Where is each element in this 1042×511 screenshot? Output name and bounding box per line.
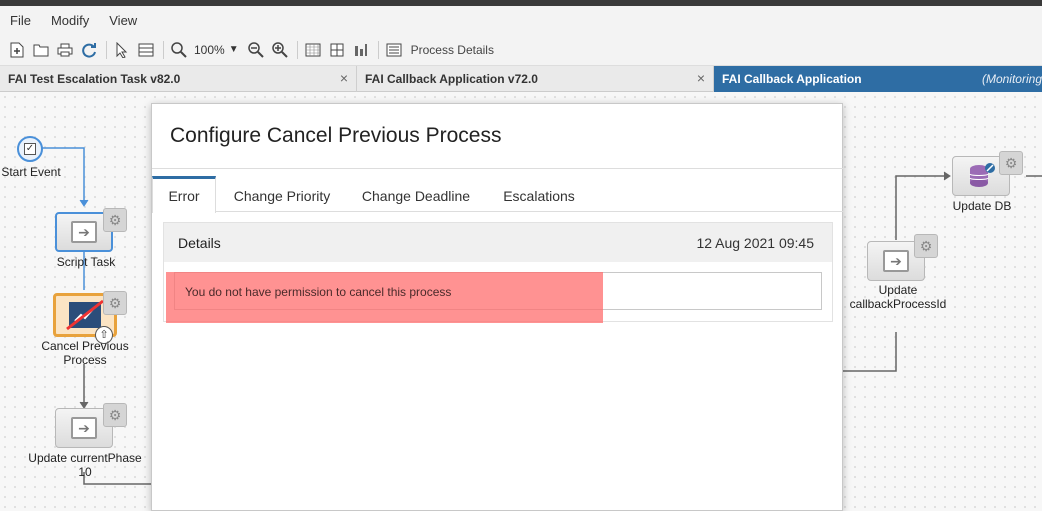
- toolbar: 100% ▼ Process Details: [0, 34, 1042, 66]
- toolbar-separator: [296, 40, 298, 59]
- zoom-icon[interactable]: [170, 41, 188, 59]
- zoom-level[interactable]: 100%: [194, 43, 225, 57]
- label-line: Update: [878, 283, 918, 297]
- process-details-button[interactable]: Process Details: [411, 43, 494, 57]
- label-line: Process: [63, 353, 107, 367]
- cancel-previous-label: Cancel Previous Process: [30, 339, 140, 367]
- start-event-label: Start Event: [1, 165, 61, 179]
- label-line: Cancel Previous: [41, 339, 129, 353]
- details-timestamp: 12 Aug 2021 09:45: [696, 235, 814, 251]
- checkbox-icon: ✓: [24, 143, 36, 155]
- toolbar-separator: [106, 40, 107, 59]
- close-icon[interactable]: ×: [340, 70, 348, 86]
- start-event-node[interactable]: ✓: [17, 136, 43, 162]
- grid-icon[interactable]: [304, 41, 322, 59]
- tab-suffix: (Monitoring: [981, 72, 1042, 86]
- label-line: callbackProcessId: [849, 297, 947, 311]
- pointer-icon[interactable]: [113, 41, 131, 59]
- script-icon: ➔: [71, 221, 97, 243]
- new-icon[interactable]: [8, 41, 26, 59]
- tab-label: FAI Callback Application: [722, 72, 862, 86]
- menu-view[interactable]: View: [109, 13, 137, 28]
- gear-icon[interactable]: ⚙: [999, 151, 1023, 175]
- update-phase-label: Update currentPhase 10: [20, 451, 150, 479]
- tab-escalations[interactable]: Escalations: [492, 176, 586, 212]
- tab-change-priority[interactable]: Change Priority: [218, 176, 346, 212]
- menu-file[interactable]: File: [10, 13, 31, 28]
- script-icon: ➔: [71, 417, 97, 439]
- menu-bar: File Modify View: [0, 6, 1042, 34]
- script-icon: ➔: [883, 250, 909, 272]
- label-line: Update currentPhase: [28, 451, 142, 465]
- label-line: 10: [78, 465, 92, 479]
- toolbar-separator: [163, 40, 164, 59]
- editor-tabs: FAI Test Escalation Task v82.0 × FAI Cal…: [0, 66, 1042, 92]
- process-details-icon[interactable]: [385, 41, 403, 59]
- layout-icon[interactable]: [328, 41, 346, 59]
- configure-dialog: Configure Cancel Previous Process Error …: [151, 103, 844, 511]
- script-task-label: Script Task: [56, 255, 116, 269]
- gear-icon[interactable]: ⚙: [103, 208, 127, 232]
- zoom-out-icon[interactable]: [247, 41, 265, 59]
- lane-icon[interactable]: [137, 41, 155, 59]
- close-icon[interactable]: ×: [697, 70, 705, 86]
- tab-fai-callback-monitoring[interactable]: FAI Callback Application (Monitoring: [714, 66, 1042, 92]
- tab-error[interactable]: Error: [152, 176, 216, 213]
- open-folder-icon[interactable]: [32, 41, 50, 59]
- tab-fai-callback-v72[interactable]: FAI Callback Application v72.0 ×: [357, 66, 714, 92]
- gear-icon[interactable]: ⚙: [103, 291, 127, 315]
- details-header: Details 12 Aug 2021 09:45: [164, 223, 832, 262]
- gear-icon[interactable]: ⚙: [914, 234, 938, 258]
- print-icon[interactable]: [56, 41, 74, 59]
- database-icon: [969, 163, 995, 187]
- error-message: You do not have permission to cancel thi…: [185, 285, 452, 299]
- zoom-in-icon[interactable]: [271, 41, 289, 59]
- toolbar-separator: [377, 40, 379, 59]
- update-callback-label: Update callbackProcessId: [840, 283, 956, 311]
- chevron-down-icon[interactable]: ▼: [229, 44, 239, 55]
- details-title: Details: [178, 235, 221, 251]
- refresh-icon[interactable]: [80, 41, 98, 59]
- dialog-title: Configure Cancel Previous Process: [170, 124, 502, 147]
- tab-fai-test-escalation[interactable]: FAI Test Escalation Task v82.0 ×: [0, 66, 357, 92]
- gear-icon[interactable]: ⚙: [103, 403, 127, 427]
- update-db-label: Update DB: [952, 199, 1012, 213]
- tab-label: FAI Test Escalation Task v82.0: [8, 72, 181, 86]
- divider: [152, 168, 844, 169]
- align-icon[interactable]: [352, 41, 370, 59]
- menu-modify[interactable]: Modify: [51, 13, 89, 28]
- tab-label: FAI Callback Application v72.0: [365, 72, 538, 86]
- dialog-tabs: Error Change Priority Change Deadline Es…: [152, 176, 844, 213]
- tab-change-deadline[interactable]: Change Deadline: [350, 176, 482, 212]
